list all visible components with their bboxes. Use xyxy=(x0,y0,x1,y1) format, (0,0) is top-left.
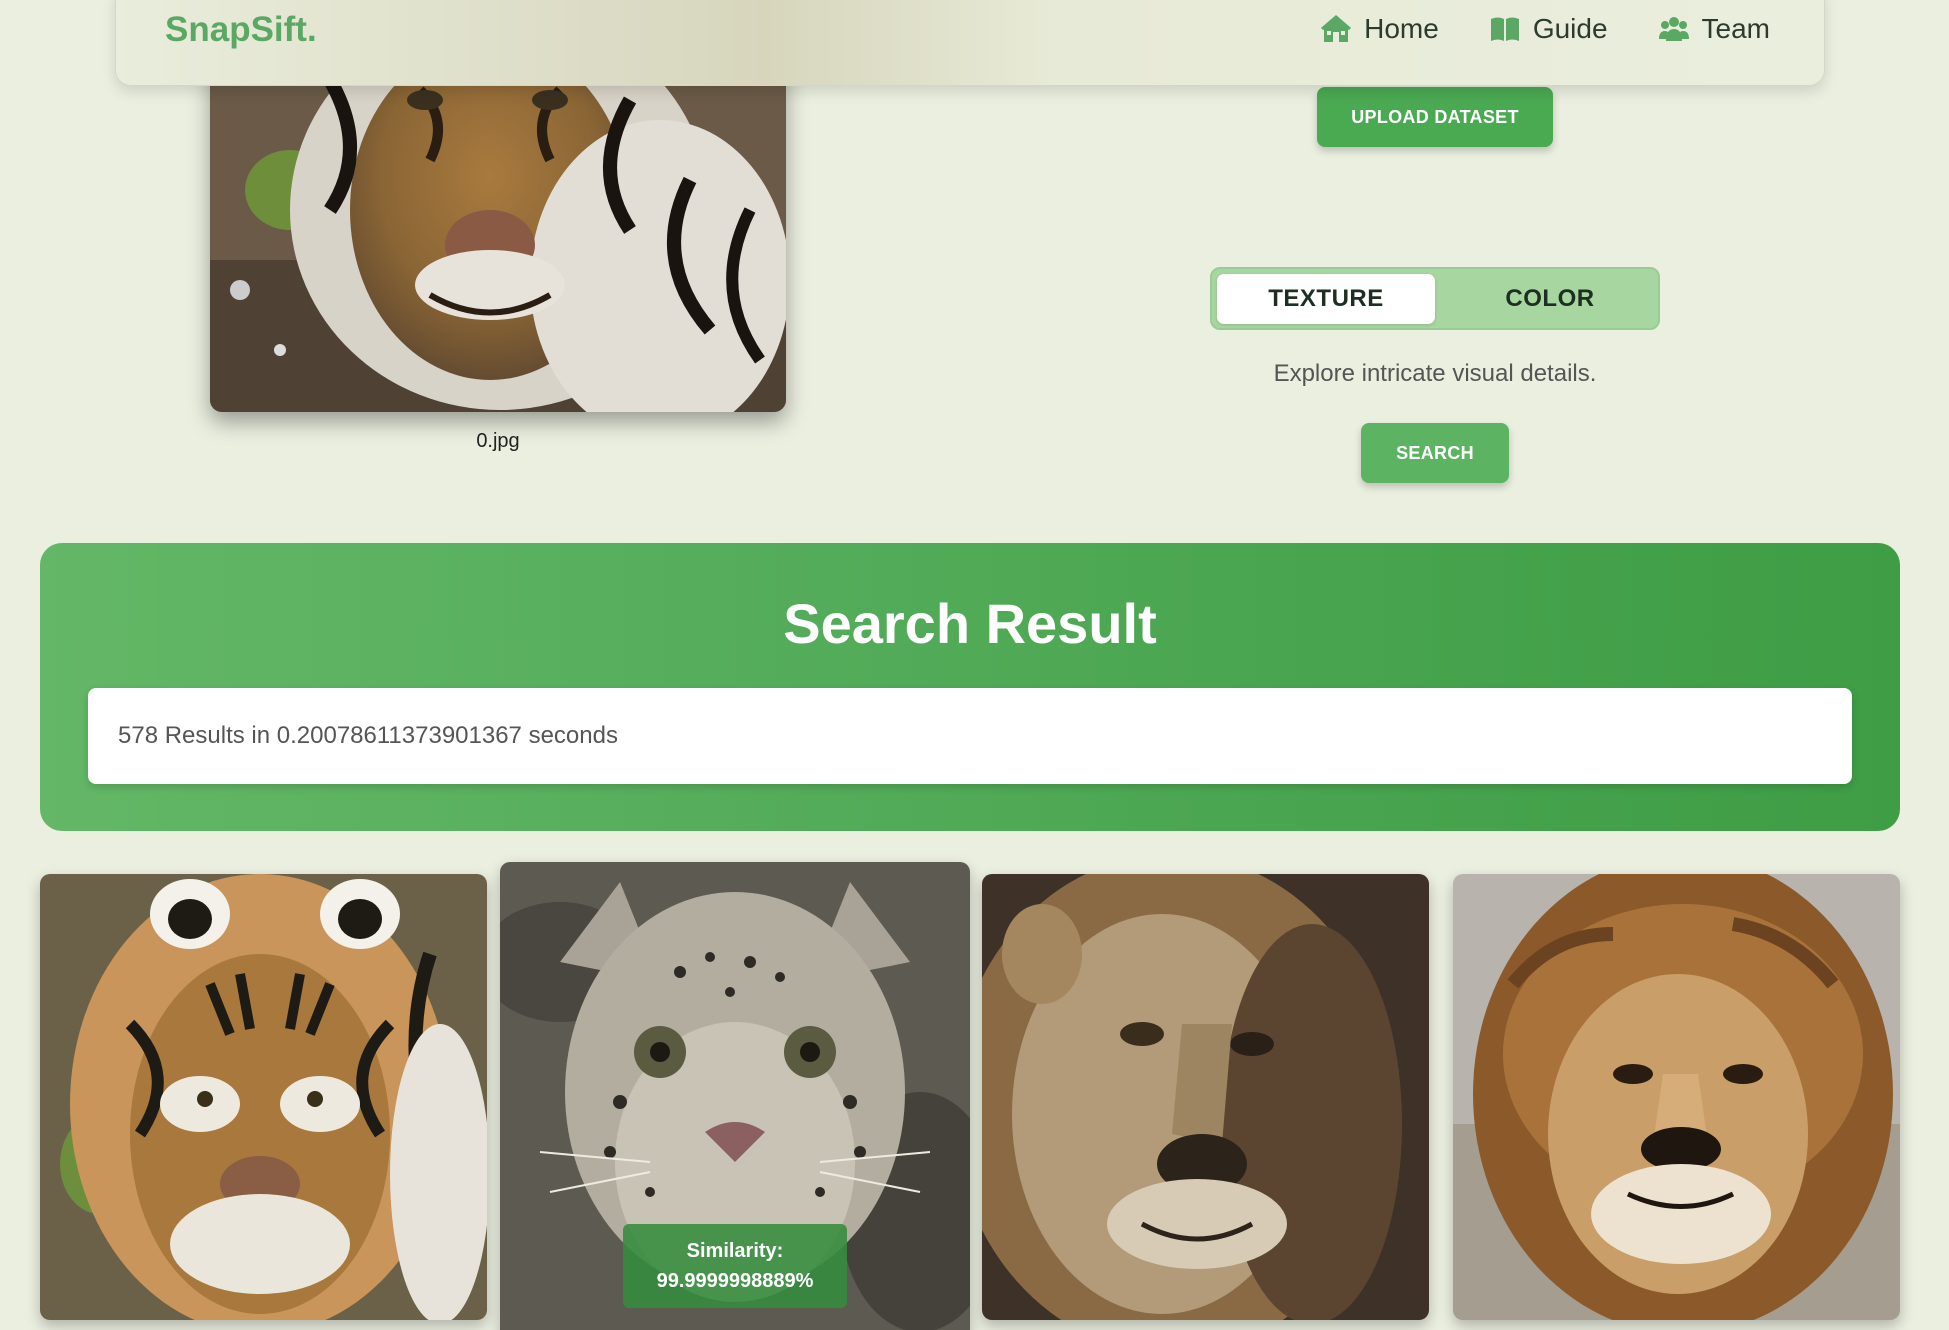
nav-link-label: Team xyxy=(1701,13,1770,44)
people-icon xyxy=(1658,17,1689,41)
result-card-lion[interactable] xyxy=(1453,874,1900,1320)
toggle-option-texture[interactable]: TEXTURE xyxy=(1217,274,1435,324)
navbar: SnapSift. Home Guide Team xyxy=(115,0,1825,86)
book-icon xyxy=(1490,17,1519,41)
search-result-panel: Search Result 578 Results in 0.200786113… xyxy=(40,543,1900,831)
toggle-option-color[interactable]: COLOR xyxy=(1441,274,1659,324)
result-card-tiger[interactable] xyxy=(40,874,487,1320)
result-summary: 578 Results in 0.20078611373901367 secon… xyxy=(88,688,1852,784)
page: 0.jpg SnapSift. Home Guide Team UPLOAD D… xyxy=(0,0,1949,1330)
result-title: Search Result xyxy=(783,592,1157,655)
house-icon xyxy=(1321,15,1352,42)
search-button[interactable]: SEARCH xyxy=(1361,423,1509,483)
result-card-lion[interactable] xyxy=(982,874,1429,1320)
nav-link-guide[interactable]: Guide xyxy=(1489,13,1608,45)
nav-link-team[interactable]: Team xyxy=(1658,13,1770,45)
nav-links: Home Guide Team xyxy=(1320,13,1770,45)
nav-link-label: Home xyxy=(1364,13,1439,44)
similarity-label: Similarity: xyxy=(686,1240,784,1262)
query-image xyxy=(210,60,786,412)
result-summary-text: 578 Results in 0.20078611373901367 secon… xyxy=(118,722,618,749)
similarity-badge: Similarity: 99.9999998889% xyxy=(623,1224,847,1308)
nav-link-home[interactable]: Home xyxy=(1320,13,1439,45)
search-mode-toggle: TEXTURE COLOR xyxy=(1210,267,1660,330)
brand-logo[interactable]: SnapSift. xyxy=(165,10,317,50)
upload-dataset-button[interactable]: UPLOAD DATASET xyxy=(1317,87,1553,147)
query-filename: 0.jpg xyxy=(476,430,520,452)
nav-link-label: Guide xyxy=(1532,13,1608,44)
mode-description: Explore intricate visual details. xyxy=(1273,360,1597,387)
similarity-value: 99.9999998889% xyxy=(656,1270,814,1292)
